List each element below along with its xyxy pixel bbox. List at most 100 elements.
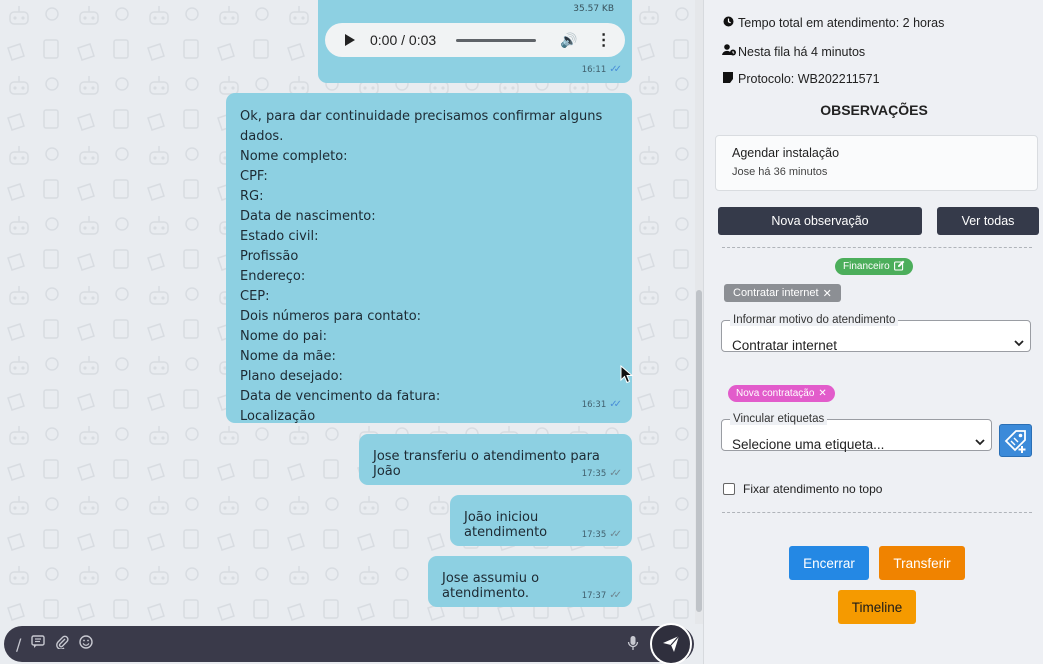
message-meta: 17:37 ✓✓	[582, 590, 622, 601]
form-message-line: Nome do pai:	[240, 329, 328, 344]
send-button[interactable]	[650, 623, 692, 664]
audio-player[interactable]: 0:00 / 0:03 🔊 ⋮	[325, 23, 625, 57]
microphone-icon[interactable]	[627, 635, 639, 655]
divider	[722, 247, 1032, 248]
message-meta: 17:35 ✓✓	[582, 468, 622, 479]
fila-text: Nesta fila há 4 minutos	[738, 44, 866, 59]
clock-icon	[722, 16, 734, 30]
chat-scrollbar[interactable]	[695, 0, 703, 624]
audio-time: 0:00 / 0:03	[370, 32, 437, 48]
emoji-icon[interactable]	[79, 635, 94, 653]
new-observation-button[interactable]: Nova observação	[718, 207, 922, 235]
form-message-line: Nome da mãe:	[240, 349, 336, 364]
message-time: 17:35	[581, 529, 607, 540]
remove-tag-icon[interactable]: ✕	[823, 287, 832, 300]
info-fila: Nesta fila há 4 minutos	[722, 44, 865, 59]
info-protocolo: Protocolo: WB202211571	[722, 72, 880, 86]
quick-reply-icon[interactable]	[31, 635, 46, 653]
form-message-line: Data de nascimento:	[240, 209, 376, 224]
form-message-line: Dois números para contato:	[240, 309, 422, 324]
etiqueta-select[interactable]: Vincular etiquetas Selecione uma etiquet…	[721, 413, 992, 452]
form-message-line: Localização	[240, 409, 316, 424]
label-tag[interactable]: Nova contratação ✕	[728, 385, 835, 402]
system-message-text: João iniciou atendimento	[464, 510, 548, 540]
chevron-down-icon	[1014, 339, 1024, 350]
form-message-line: CPF:	[240, 169, 268, 184]
end-attendance-button[interactable]: Encerrar	[789, 546, 869, 580]
send-icon	[663, 635, 680, 652]
audio-file-size: 35.57 KB	[573, 4, 614, 14]
message-meta: 16:11 ✓✓	[582, 64, 622, 75]
pin-attendance-option[interactable]: Fixar atendimento no topo	[723, 482, 882, 496]
slash-icon[interactable]: /	[16, 635, 21, 654]
form-message-line: RG:	[240, 189, 264, 204]
mouse-cursor-icon	[620, 365, 634, 384]
chat-pane: 35.57 KB 0:00 / 0:03 🔊 ⋮ 16:11 ✓✓ Ok, pa…	[0, 0, 703, 664]
form-message-line: Endereço:	[240, 269, 306, 284]
form-message-bubble: Ok, para dar continuidade precisamos con…	[226, 93, 632, 424]
department-tag[interactable]: Financeiro	[835, 258, 913, 275]
chat-scrollbar-thumb[interactable]	[696, 290, 702, 612]
info-tempo-total: Tempo total em atendimento: 2 horas	[722, 16, 944, 30]
audio-message-bubble: 35.57 KB 0:00 / 0:03 🔊 ⋮ 16:11 ✓✓	[318, 0, 632, 83]
delivered-ticks-icon: ✓✓	[609, 529, 622, 540]
pin-checkbox-label: Fixar atendimento no topo	[743, 482, 883, 496]
department-tag-label: Financeiro	[843, 261, 890, 272]
reason-tag-label: Contratar internet	[733, 287, 819, 299]
form-message-line: Plano desejado:	[240, 369, 343, 384]
attendance-panel: ▪ Tempo total em atendimento: 2 horas Ne…	[703, 0, 1043, 664]
form-message-line: Estado civil:	[240, 229, 319, 244]
motivo-select[interactable]: Informar motivo do atendimento Contratar…	[721, 314, 1031, 353]
chevron-down-icon	[975, 438, 985, 449]
read-ticks-icon: ✓✓	[609, 64, 622, 75]
play-icon[interactable]	[345, 34, 355, 46]
add-tag-button[interactable]	[999, 424, 1032, 457]
observation-card[interactable]: Agendar instalação Jose há 36 minutos	[715, 135, 1038, 191]
delivered-ticks-icon: ✓✓	[609, 590, 622, 601]
system-message-bubble: Jose transferiu o atendimento para João …	[359, 434, 632, 485]
etiqueta-select-label: Vincular etiquetas	[730, 413, 828, 425]
form-message-line: Data de vencimento da fatura:	[240, 389, 441, 404]
message-time: 17:35	[581, 468, 607, 479]
protocolo-text: Protocolo: WB202211571	[738, 72, 880, 86]
form-message-line: CEP:	[240, 289, 270, 304]
message-composer[interactable]: /	[4, 626, 694, 662]
system-message-text: Jose assumiu o atendimento.	[442, 571, 540, 601]
form-message-text: Ok, para dar continuidade precisamos con…	[240, 107, 618, 427]
note-icon	[722, 72, 734, 86]
observation-author-time: Jose há 36 minutos	[732, 166, 828, 178]
system-message-bubble: Jose assumiu o atendimento. 17:37 ✓✓	[428, 556, 632, 607]
edit-icon[interactable]	[893, 260, 905, 274]
timeline-button[interactable]: Timeline	[838, 590, 916, 624]
system-message-text: Jose transferiu o atendimento para João	[373, 449, 600, 479]
message-meta: 17:35 ✓✓	[582, 529, 622, 540]
audio-progress-track[interactable]	[456, 38, 537, 42]
message-meta: 16:31 ✓✓	[582, 395, 622, 415]
square-icon: ▪	[722, 0, 734, 4]
observation-title: Agendar instalação	[732, 146, 840, 160]
transfer-button[interactable]: Transferir	[879, 546, 965, 580]
form-message-line: Nome completo:	[240, 149, 348, 164]
volume-icon[interactable]: 🔊	[560, 32, 577, 49]
form-message-line: Ok, para dar continuidade precisamos con…	[240, 109, 603, 144]
message-time: 16:11	[581, 64, 607, 75]
partial-info-row: ▪	[722, 0, 734, 4]
reason-tag[interactable]: Contratar internet ✕	[724, 284, 841, 302]
divider	[722, 512, 1032, 513]
system-message-bubble: João iniciou atendimento 17:35 ✓✓	[450, 495, 632, 546]
see-all-observations-button[interactable]: Ver todas	[937, 207, 1039, 235]
pin-checkbox[interactable]	[723, 483, 735, 495]
delivered-ticks-icon: ✓✓	[609, 468, 622, 479]
message-time: 17:37	[581, 590, 607, 601]
attachment-icon[interactable]	[55, 635, 69, 653]
form-message-line: Profissão	[240, 249, 299, 264]
message-time: 16:31	[581, 400, 607, 410]
label-tag-label: Nova contratação	[736, 388, 815, 399]
observacoes-title: OBSERVAÇÕES	[820, 102, 928, 118]
tag-plus-icon	[1004, 429, 1026, 453]
read-ticks-icon: ✓✓	[609, 399, 622, 410]
tempo-total-text: Tempo total em atendimento: 2 horas	[738, 16, 945, 30]
remove-tag-icon[interactable]: ✕	[818, 388, 826, 399]
motivo-select-value: Contratar internet	[732, 338, 838, 353]
more-options-icon[interactable]: ⋮	[596, 30, 612, 50]
